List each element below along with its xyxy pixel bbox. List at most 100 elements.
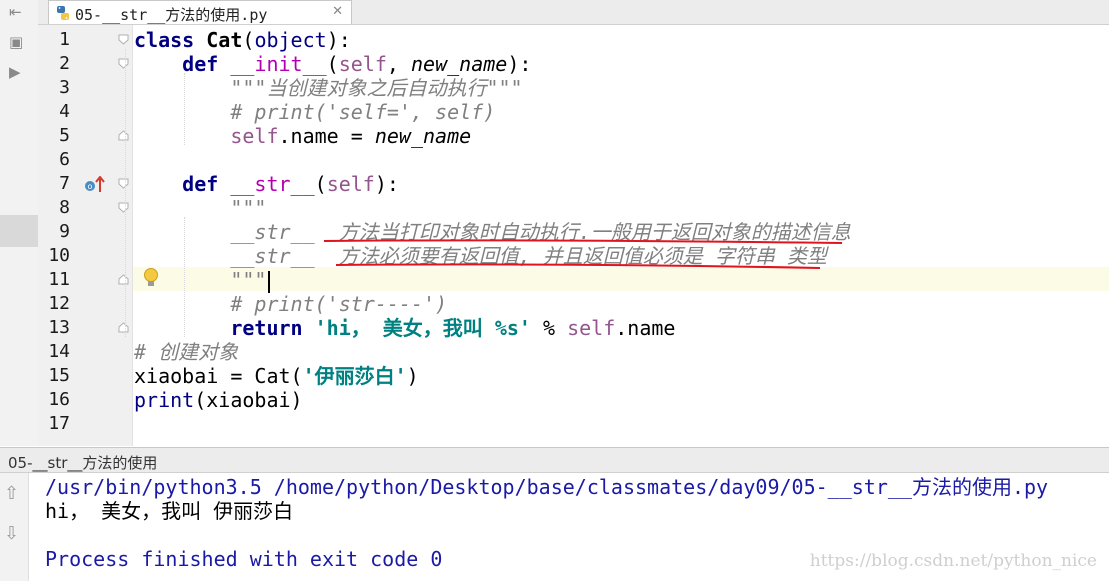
keyword-def: def [182, 172, 219, 196]
folder-icon[interactable]: ▣ [9, 34, 23, 50]
gutter: 1 2 3 4 5 6 7 8 9 10 11 12 13 14 15 16 17 o [38, 25, 158, 446]
line-number: 4 [59, 101, 70, 122]
editor-tab-bar: 05-__str__方法的使用.py ✕ [38, 0, 1109, 25]
code-line-3: """当创建对象之后自动执行""" [134, 76, 523, 100]
line-number: 11 [48, 269, 70, 290]
line-number: 16 [48, 389, 70, 410]
attribute: .name [615, 316, 676, 340]
self-param: self [338, 52, 387, 76]
fold-icon[interactable] [118, 178, 129, 189]
arrow-down-icon[interactable]: ⇩ [4, 523, 19, 544]
editor-tab[interactable]: 05-__str__方法的使用.py ✕ [48, 0, 352, 24]
console-output-line: hi， 美女，我叫 伊丽莎白 [45, 499, 294, 523]
code-line-8: """ [134, 196, 266, 220]
method-name: __str__ [230, 172, 315, 196]
line-number: 7 [59, 173, 70, 194]
fold-end-icon[interactable] [118, 274, 129, 285]
code-line-11: """ [134, 268, 271, 293]
self-param: self [326, 172, 375, 196]
paren: ): [326, 28, 351, 52]
tab-filename: 05-__str__方法的使用.py [75, 6, 268, 24]
code-editor[interactable]: 1 2 3 4 5 6 7 8 9 10 11 12 13 14 15 16 17 o [38, 25, 1109, 446]
base-class: object [254, 28, 327, 52]
line-number: 3 [59, 77, 70, 98]
operator: % [530, 316, 568, 340]
line-number: 1 [59, 29, 70, 50]
line-number: 17 [48, 413, 70, 434]
line-number: 8 [59, 197, 70, 218]
string-literal: 'hi， 美女，我叫 %s' [314, 316, 531, 340]
line-number: 15 [48, 365, 70, 386]
ide-window: ⇤ ▣ ▶ 05-__str__方法的使用.py ✕ 1 2 3 4 5 6 7 8 9 10 11… [0, 0, 1109, 581]
python-file-icon [57, 6, 69, 20]
line-number: 10 [48, 245, 70, 266]
line-number: 2 [59, 53, 70, 74]
indent-guide [125, 49, 126, 337]
code-line-12: # print('str----') [134, 292, 447, 316]
console-command: /usr/bin/python3.5 /home/python/Desktop/… [45, 475, 1049, 499]
left-tool-strip: ⇤ ▣ ▶ [0, 0, 39, 446]
fold-icon[interactable] [118, 58, 129, 69]
docstring: """ [230, 196, 267, 220]
code-line-16: print(xiaobai) [134, 388, 303, 412]
comment: # 创建对象 [134, 340, 239, 364]
class-name: Cat [206, 28, 243, 52]
fold-end-icon[interactable] [118, 322, 129, 333]
method-name: __init__ [230, 52, 327, 76]
assignment: xiaobai = Cat( [134, 364, 303, 388]
run-config-title: 05-__str__方法的使用 [8, 454, 158, 472]
string-literal: '伊丽莎白' [302, 364, 407, 388]
override-method-icon[interactable]: o [84, 176, 106, 194]
fold-icon[interactable] [118, 202, 129, 213]
watermark: https://blog.csdn.net/python_nice [809, 551, 1097, 571]
code-line-4: # print('self=', self) [134, 100, 495, 124]
code-line-15: xiaobai = Cat('伊丽莎白') [134, 364, 419, 388]
console-output[interactable]: /usr/bin/python3.5 /home/python/Desktop/… [29, 473, 1109, 581]
text-caret [268, 270, 271, 293]
call-args: (xiaobai) [194, 388, 303, 412]
comment: # print('str----') [230, 292, 448, 316]
keyword-return: return [230, 316, 303, 340]
line-number: 13 [48, 317, 70, 338]
fold-end-icon[interactable] [118, 130, 129, 141]
process-exit-message: Process finished with exit code 0 [45, 547, 443, 571]
close-icon[interactable]: ✕ [332, 4, 343, 19]
paren: ): [507, 52, 532, 76]
code-line-14: # 创建对象 [134, 340, 238, 364]
comma: , [386, 52, 411, 76]
line-number: 12 [48, 293, 70, 314]
line-number: 9 [59, 221, 70, 242]
code-line-1: class Cat(object): [134, 28, 351, 52]
fold-icon[interactable] [118, 34, 129, 45]
code-line-2: def __init__(self, new_name): [134, 52, 531, 76]
keyword-def: def [182, 52, 219, 76]
docstring: """当创建对象之后自动执行""" [230, 76, 523, 100]
panel-divider [0, 215, 38, 247]
line-number: 14 [48, 341, 70, 362]
attribute-assign: .name = [278, 124, 375, 148]
line-number: 6 [59, 149, 70, 170]
collapse-panel-icon[interactable]: ⇤ [9, 4, 22, 20]
paren: ): [374, 172, 399, 196]
paren: ) [406, 364, 419, 388]
parameter: new_name [374, 124, 472, 148]
line-number: 5 [59, 125, 70, 146]
code-line-5: self.name = new_name [134, 124, 471, 148]
comment: # print('self=', self) [230, 100, 496, 124]
keyword-class: class [134, 28, 195, 52]
svg-text:o: o [88, 182, 93, 191]
arrow-up-icon[interactable]: ⇧ [4, 483, 19, 504]
paren: ( [314, 172, 327, 196]
paren: ( [242, 28, 255, 52]
play-icon[interactable]: ▶ [9, 64, 21, 80]
self-ref: self [230, 124, 279, 148]
code-line-7: def __str__(self): [134, 172, 399, 196]
builtin-print: print [134, 388, 195, 412]
parameter: new_name [410, 52, 508, 76]
code-line-13: return 'hi， 美女，我叫 %s' % self.name [134, 316, 675, 340]
run-tool-strip: ⇧ ⇩ [0, 473, 29, 581]
paren: ( [326, 52, 339, 76]
self-ref: self [567, 316, 616, 340]
docstring: """ [230, 268, 267, 292]
run-panel-header[interactable]: 05-__str__方法的使用 [0, 447, 1109, 473]
